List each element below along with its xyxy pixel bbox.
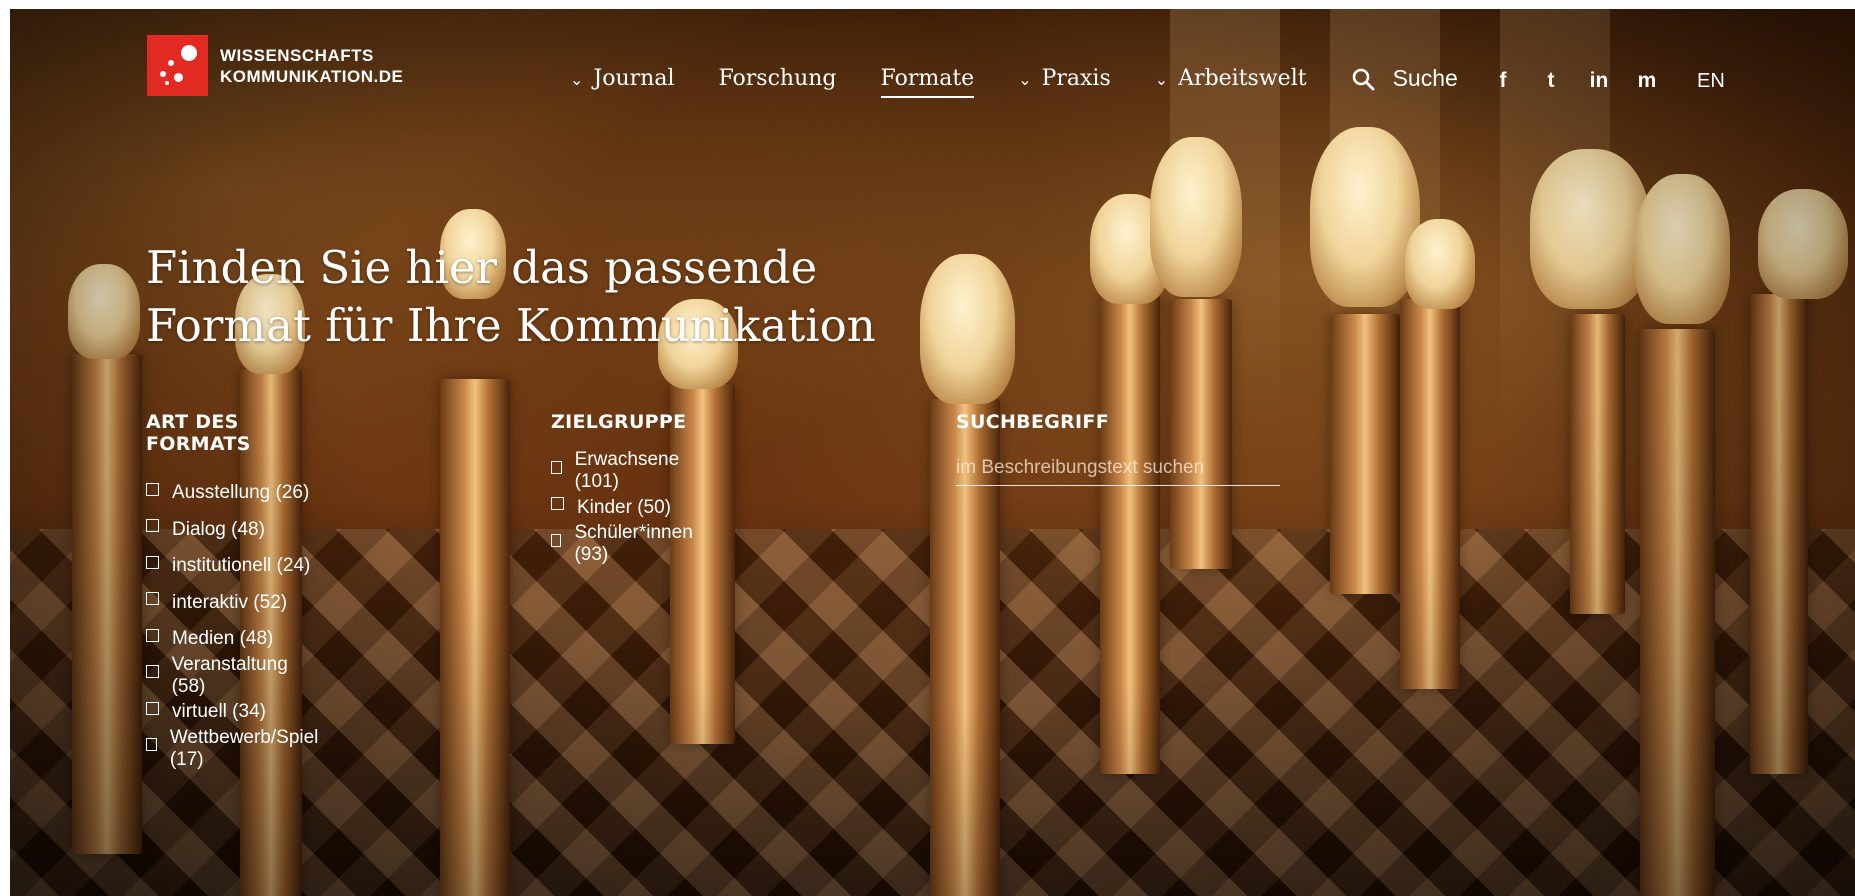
nav-item-arbeitswelt[interactable]: ⌄ Arbeitswelt bbox=[1155, 66, 1307, 91]
filter-option[interactable]: Veranstaltung (58) bbox=[146, 654, 321, 697]
search-button[interactable]: Suche bbox=[1351, 65, 1458, 92]
checkbox[interactable] bbox=[551, 533, 562, 547]
filter-option[interactable]: Dialog (48) bbox=[146, 512, 321, 549]
checkbox[interactable] bbox=[146, 519, 159, 533]
facebook-icon[interactable]: f bbox=[1490, 69, 1516, 93]
filter-heading: ZIELGRUPPE bbox=[551, 411, 687, 433]
main-nav: ⌄ Journal Forschung Formate ⌄ Praxis ⌄ A… bbox=[570, 59, 1458, 98]
page-title-line: Format für Ihre Kommunikation bbox=[146, 299, 876, 352]
site-logo[interactable]: WISSENSCHAFTS KOMMUNIKATION.DE bbox=[147, 35, 403, 96]
nav-item-forschung[interactable]: Forschung bbox=[718, 66, 836, 91]
nav-label: Arbeitswelt bbox=[1178, 66, 1307, 91]
logo-dots-icon bbox=[147, 35, 208, 96]
nav-label: Forschung bbox=[718, 66, 837, 91]
filter-group-audience: ZIELGRUPPE Erwachsene (101) Kinder (50) … bbox=[551, 411, 695, 565]
filter-option[interactable]: Wettbewerb/Spiel (17) bbox=[146, 727, 321, 770]
filter-option-label: Erwachsene (101) bbox=[574, 449, 680, 493]
filter-option-label: Veranstaltung (58) bbox=[171, 653, 288, 697]
language-switch[interactable]: EN bbox=[1697, 70, 1725, 93]
nav-item-journal[interactable]: ⌄ Journal bbox=[570, 66, 674, 91]
search-label: Suche bbox=[1392, 65, 1458, 91]
filter-option-label: Schüler*innen (93) bbox=[574, 522, 693, 566]
checkbox[interactable] bbox=[146, 665, 159, 679]
social-links: f t in m bbox=[1490, 69, 1660, 93]
nav-item-formate[interactable]: Formate bbox=[880, 59, 975, 98]
checkbox[interactable] bbox=[146, 592, 159, 606]
filter-option-label: Medien (48) bbox=[172, 628, 274, 650]
filter-heading: ART DES FORMATS bbox=[146, 411, 251, 455]
checkbox[interactable] bbox=[146, 738, 157, 752]
linkedin-icon[interactable]: in bbox=[1586, 69, 1612, 93]
nav-item-praxis[interactable]: ⌄ Praxis bbox=[1018, 66, 1111, 91]
filter-option[interactable]: virtuell (34) bbox=[146, 694, 321, 731]
filter-option-label: virtuell (34) bbox=[172, 701, 266, 723]
filter-heading: SUCHBEGRIFF bbox=[956, 411, 1109, 433]
page-title: Finden Sie hier das passende Format für … bbox=[146, 239, 876, 355]
filter-option-label: Kinder (50) bbox=[577, 496, 671, 518]
nav-label: Praxis bbox=[1041, 66, 1111, 91]
filter-option-label: Ausstellung (26) bbox=[172, 482, 310, 504]
search-input[interactable] bbox=[956, 453, 1280, 486]
filter-option[interactable]: interaktiv (52) bbox=[146, 585, 321, 622]
nav-label: Journal bbox=[593, 66, 675, 91]
checkbox[interactable] bbox=[551, 460, 562, 474]
filter-option-label: Dialog (48) bbox=[172, 518, 265, 540]
twitter-icon[interactable]: t bbox=[1538, 69, 1564, 93]
logo-text-line: KOMMUNIKATION.DE bbox=[220, 66, 404, 86]
logo-text-line: WISSENSCHAFTS bbox=[220, 45, 374, 65]
filter-option[interactable]: institutionell (24) bbox=[146, 548, 321, 585]
filter-group-search: SUCHBEGRIFF bbox=[956, 411, 1280, 486]
filter-option[interactable]: Ausstellung (26) bbox=[146, 475, 321, 512]
checkbox[interactable] bbox=[146, 555, 159, 569]
checkbox[interactable] bbox=[146, 628, 159, 642]
filter-option-label: Wettbewerb/Spiel (17) bbox=[169, 726, 319, 770]
checkbox[interactable] bbox=[146, 701, 159, 715]
hero-background: WISSENSCHAFTS KOMMUNIKATION.DE ⌄ Journal… bbox=[10, 9, 1855, 896]
page-title-line: Finden Sie hier das passende bbox=[146, 241, 818, 294]
chevron-down-icon: ⌄ bbox=[1154, 70, 1169, 89]
checkbox[interactable] bbox=[146, 482, 159, 496]
filter-option[interactable]: Erwachsene (101) bbox=[551, 449, 695, 492]
filter-option-label: interaktiv (52) bbox=[172, 591, 288, 613]
filter-option[interactable]: Kinder (50) bbox=[551, 490, 695, 527]
filter-group-format: ART DES FORMATS Ausstellung (26) Dialog … bbox=[146, 411, 321, 770]
chevron-down-icon: ⌄ bbox=[570, 70, 584, 89]
site-header: WISSENSCHAFTS KOMMUNIKATION.DE ⌄ Journal… bbox=[10, 9, 1855, 119]
filter-option-label: institutionell (24) bbox=[172, 555, 311, 577]
checkbox[interactable] bbox=[551, 497, 564, 511]
filter-option[interactable]: Schüler*innen (93) bbox=[551, 522, 695, 565]
search-icon bbox=[1352, 68, 1374, 90]
chevron-down-icon: ⌄ bbox=[1018, 70, 1032, 89]
filter-option[interactable]: Medien (48) bbox=[146, 621, 321, 658]
logo-text: WISSENSCHAFTS KOMMUNIKATION.DE bbox=[220, 45, 403, 87]
nav-label: Formate bbox=[880, 66, 975, 98]
mastodon-icon[interactable]: m bbox=[1634, 69, 1660, 93]
